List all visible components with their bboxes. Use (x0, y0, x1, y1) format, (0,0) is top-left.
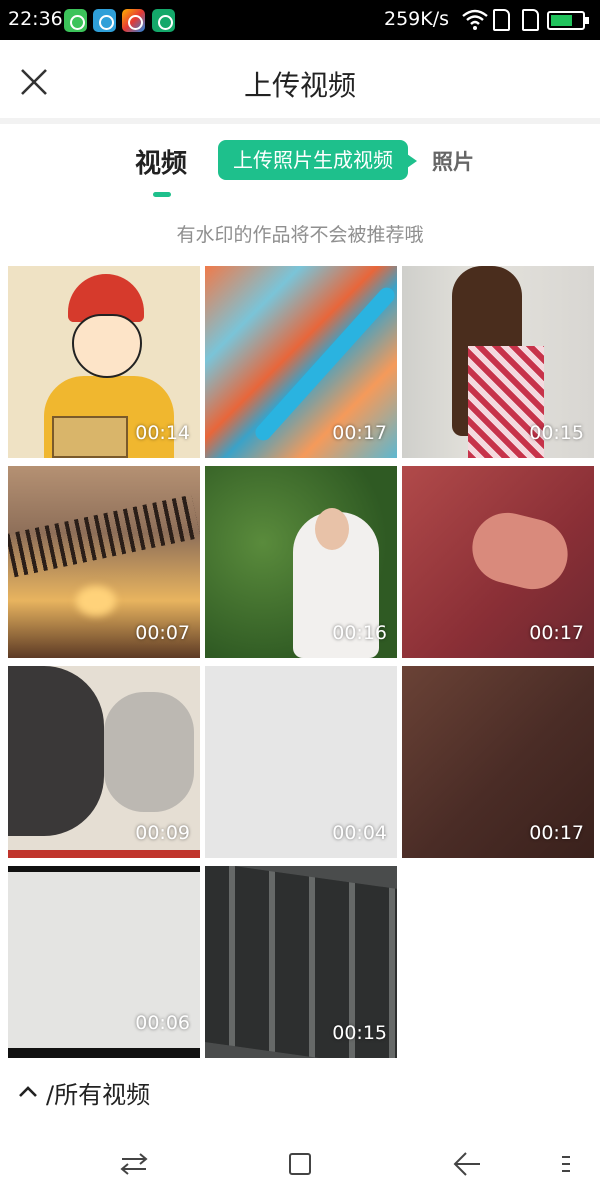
home-icon[interactable] (282, 1146, 318, 1182)
video-thumbnail[interactable]: 00:17 (205, 266, 397, 458)
battery-tip (585, 17, 589, 24)
video-thumbnail[interactable]: 00:15 (205, 866, 397, 1058)
album-selector[interactable]: /所有视频 (16, 1074, 150, 1110)
switch-apps-icon[interactable] (116, 1146, 152, 1182)
video-duration: 00:15 (529, 422, 584, 444)
video-thumbnail[interactable]: 00:16 (205, 466, 397, 658)
tab-photo[interactable]: 照片 (432, 146, 474, 176)
sim2-icon (522, 9, 539, 31)
thumb-art (72, 314, 142, 378)
chevron-up-icon (19, 1086, 37, 1097)
status-time: 22:36 (8, 8, 63, 30)
video-duration: 00:04 (332, 822, 387, 844)
video-thumbnail[interactable]: 00:04 (205, 666, 397, 858)
thumb-art (52, 416, 128, 458)
battery-icon (547, 11, 589, 30)
thumb-art (76, 586, 116, 616)
video-duration: 00:07 (135, 622, 190, 644)
thumb-art (252, 284, 397, 444)
menu-icon[interactable] (556, 1146, 576, 1182)
wechat-like-icon (64, 9, 87, 32)
active-tab-indicator (153, 192, 171, 197)
video-duration: 00:17 (529, 822, 584, 844)
video-thumbnail[interactable]: 00:07 (8, 466, 200, 658)
video-duration: 00:15 (332, 1022, 387, 1044)
watermark-hint: 有水印的作品将不会被推荐哦 (176, 224, 424, 246)
video-grid: 00:14 00:17 00:15 00:07 00:16 00:17 00:0… (8, 266, 594, 1058)
thumb-art (464, 505, 576, 597)
photo-to-video-badge[interactable]: 上传照片生成视频 (218, 140, 417, 180)
video-duration: 00:16 (332, 622, 387, 644)
page-title: 上传视频 (243, 69, 356, 102)
browser-icon (93, 9, 116, 32)
thumb-art (8, 666, 104, 836)
status-bar: 22:36 259K/s (0, 0, 600, 40)
system-nav-bar (0, 1130, 600, 1200)
thumb-art (8, 494, 200, 578)
gallery-icon (122, 9, 145, 32)
tab-video[interactable]: 视频 (135, 143, 187, 180)
back-icon[interactable] (450, 1146, 486, 1182)
sim1-icon (493, 9, 510, 31)
video-thumbnail[interactable]: 00:14 (8, 266, 200, 458)
thumb-art (8, 850, 200, 858)
battery-fill (551, 15, 572, 26)
usb-icon (152, 9, 175, 32)
video-duration: 00:06 (135, 1012, 190, 1034)
network-speed: 259K/s (384, 8, 450, 30)
video-duration: 00:09 (135, 822, 190, 844)
video-thumbnail[interactable]: 00:17 (402, 466, 594, 658)
top-bar: 上传视频 (0, 40, 600, 124)
video-thumbnail[interactable]: 00:06 (8, 866, 200, 1058)
video-duration: 00:17 (332, 422, 387, 444)
thumb-art (104, 692, 194, 812)
video-duration: 00:14 (135, 422, 190, 444)
video-duration: 00:17 (529, 622, 584, 644)
video-thumbnail[interactable]: 00:09 (8, 666, 200, 858)
album-label: /所有视频 (46, 1080, 151, 1109)
video-thumbnail[interactable]: 00:17 (402, 666, 594, 858)
wifi-icon (462, 9, 488, 30)
video-thumbnail[interactable]: 00:15 (402, 266, 594, 458)
thumb-art (315, 508, 349, 550)
